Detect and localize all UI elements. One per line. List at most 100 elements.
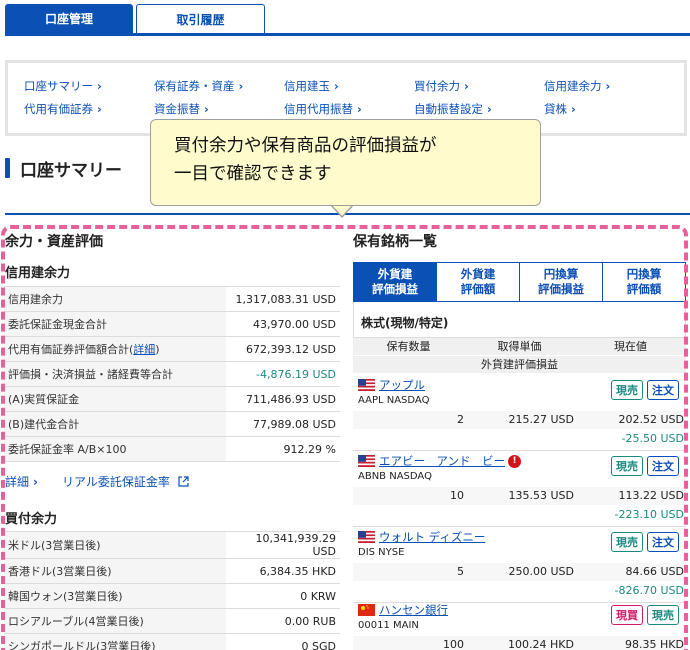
list-item: ハンセン銀行 00011 MAIN 現買 現売 100 100.24 HKD 9… xyxy=(353,600,686,650)
row-label: (A)実質保証金 xyxy=(4,386,226,412)
buy-button[interactable]: 現買 xyxy=(611,605,643,625)
holding-price: 113.22 USD xyxy=(618,489,685,502)
info-alert-icon[interactable]: ! xyxy=(508,455,521,468)
order-button[interactable]: 注文 xyxy=(647,380,679,400)
link-margin-power[interactable]: 信用建余力 › xyxy=(544,78,610,94)
table-row: (B)建代金合計 77,989.08 USD xyxy=(4,411,340,437)
list-item: エアビー アンド ビー ! ABNB NASDAQ 現売 注文 10 135.5… xyxy=(353,451,686,527)
stock-code: AAPL NASDAQ xyxy=(358,395,430,406)
link-account-summary[interactable]: 口座サマリー › xyxy=(24,78,102,94)
stock-code: 00011 MAIN xyxy=(358,620,419,631)
order-button[interactable]: 注文 xyxy=(647,532,679,552)
margin-power-heading: 信用建余力 xyxy=(5,266,71,281)
table-row: 委託保証金率 A/B×100 912.29 % xyxy=(4,436,340,462)
row-label: 信用建余力 xyxy=(4,286,226,312)
holding-cost: 250.00 USD xyxy=(508,565,575,578)
order-button[interactable]: 注文 xyxy=(647,456,679,476)
stock-name-link[interactable]: アップル xyxy=(379,377,425,393)
holding-values: 10 135.53 USD 113.22 USD xyxy=(353,487,686,505)
holding-cost: 215.27 USD xyxy=(508,413,575,426)
sell-button[interactable]: 現売 xyxy=(611,380,643,400)
link-holdings-assets[interactable]: 保有証券・資産 › xyxy=(154,78,243,94)
col-quantity: 保有数量 xyxy=(386,340,431,353)
row-value: 43,970.00 USD xyxy=(226,311,340,337)
row-value: 1,317,083.31 USD xyxy=(226,286,340,312)
margin-power-table: 信用建余力 1,317,083.31 USD 委託保証金現金合計 43,970.00… xyxy=(4,286,340,462)
row-value: 912.29 % xyxy=(226,436,340,462)
link-stock-lending[interactable]: 貸株 › xyxy=(544,101,576,117)
tab-account-management[interactable]: 口座管理 xyxy=(5,4,133,33)
stock-name-link[interactable]: エアビー アンド ビー xyxy=(379,453,505,469)
holding-values: 5 250.00 USD 84.66 USD xyxy=(353,563,686,581)
realtime-margin-rate-link[interactable]: リアル委託保証金率 xyxy=(62,473,189,490)
row-value: 672,393.12 USD xyxy=(226,336,340,362)
link-buying-power[interactable]: 買付余力 › xyxy=(414,78,469,94)
table-row: シンガポールドル(3営業日後) 0 SGD xyxy=(4,633,340,650)
stock-name-link[interactable]: ウォルト ディズニー xyxy=(379,529,485,545)
link-margin-positions[interactable]: 信用建玉 › xyxy=(284,78,339,94)
link-auto-transfer[interactable]: 自動振替設定 › xyxy=(414,101,492,117)
row-label-tail: ) xyxy=(155,343,160,356)
balance-heading: 余力・資産評価 xyxy=(5,234,103,250)
tab-jpy-pl[interactable]: 円換算 評価損益 xyxy=(519,263,602,301)
tab-fx-value[interactable]: 外貨建 評価額 xyxy=(436,263,519,301)
stock-code: DIS NYSE xyxy=(358,547,405,558)
row-value: 10,341,939.29 USD xyxy=(226,531,340,559)
row-value: 6,384.35 HKD xyxy=(226,558,340,584)
holding-cost: 135.53 USD xyxy=(508,489,575,502)
tab-fx-pl[interactable]: 外貨建 評価損益 xyxy=(354,263,436,301)
table-row: 委託保証金現金合計 43,970.00 USD xyxy=(4,311,340,337)
row-value: -4,876.19 USD xyxy=(226,361,340,387)
tab-trade-history[interactable]: 取引履歴 xyxy=(136,4,265,33)
feature-callout: 買付余力や保有商品の評価損益が 一目で確認できます xyxy=(150,119,541,206)
top-tabs: 口座管理 取引履歴 xyxy=(5,4,690,36)
holding-qty: 10 xyxy=(450,489,464,502)
buying-power-table: 米ドル(3営業日後) 10,341,939.29 USD 香港ドル(3営業日後) 6… xyxy=(4,531,340,650)
link-fund-transfer[interactable]: 資金振替 › xyxy=(154,101,209,117)
us-flag-icon xyxy=(358,379,375,391)
table-row: 韓国ウォン(3営業日後) 0 KRW xyxy=(4,583,340,609)
link-collateral-transfer[interactable]: 信用代用振替 › xyxy=(284,101,362,117)
detail-link[interactable]: 詳細 xyxy=(133,343,155,356)
col-fx-pl: 外貨建評価損益 xyxy=(353,356,686,373)
row-label: (B)建代金合計 xyxy=(4,411,226,437)
callout-line-2: 一目で確認できます xyxy=(174,164,332,184)
holding-qty: 2 xyxy=(457,413,464,426)
row-label: 委託保証金現金合計 xyxy=(4,311,226,337)
holding-qty: 100 xyxy=(443,638,464,650)
holding-price: 84.66 USD xyxy=(625,565,685,578)
us-flag-icon xyxy=(358,531,375,543)
table-row: (A)実質保証金 711,486.93 USD xyxy=(4,386,340,412)
list-item: アップル AAPL NASDAQ 現売 注文 2 215.27 USD 202.… xyxy=(353,375,686,451)
row-value: 0.00 RUB xyxy=(226,608,340,634)
tab-jpy-value[interactable]: 円換算 評価額 xyxy=(602,263,685,301)
page-title-text: 口座サマリー xyxy=(20,160,122,181)
row-label: 委託保証金率 A/B×100 xyxy=(4,436,226,462)
buying-power-heading: 買付余力 xyxy=(5,512,58,527)
external-link-icon xyxy=(178,476,189,487)
holding-price: 98.35 HKD xyxy=(625,638,684,650)
row-value: 0 KRW xyxy=(226,583,340,609)
row-label: 代用有価証券評価額合計(詳細) xyxy=(4,336,226,362)
margin-detail-link[interactable]: 詳細 › xyxy=(5,473,38,490)
link-collateral-securities[interactable]: 代用有価証券 › xyxy=(24,101,102,117)
list-item: ウォルト ディズニー DIS NYSE 現売 注文 5 250.00 USD 8… xyxy=(353,527,686,603)
holdings-column-headers: 保有数量 取得単価 現在値 xyxy=(353,338,686,356)
holding-cost: 100.24 HKD xyxy=(508,638,574,650)
row-label: 香港ドル(3営業日後) xyxy=(4,558,226,584)
table-row: 米ドル(3営業日後) 10,341,939.29 USD xyxy=(4,531,340,559)
sell-button[interactable]: 現売 xyxy=(647,605,679,625)
sell-button[interactable]: 現売 xyxy=(611,456,643,476)
holding-pl: -826.70 USD xyxy=(614,584,684,597)
row-label-text: 代用有価証券評価額合計( xyxy=(8,343,134,356)
callout-line-1: 買付余力や保有商品の評価損益が xyxy=(174,136,437,156)
us-flag-icon xyxy=(358,455,375,467)
holding-qty: 5 xyxy=(457,565,464,578)
sell-button[interactable]: 現売 xyxy=(611,532,643,552)
holding-pl: -223.10 USD xyxy=(614,508,684,521)
table-row: 信用建余力 1,317,083.31 USD xyxy=(4,286,340,312)
table-row: ロシアルーブル(4営業日後) 0.00 RUB xyxy=(4,608,340,634)
row-label: 韓国ウォン(3営業日後) xyxy=(4,583,226,609)
stock-name-link[interactable]: ハンセン銀行 xyxy=(379,602,448,618)
holding-price: 202.52 USD xyxy=(618,413,685,426)
